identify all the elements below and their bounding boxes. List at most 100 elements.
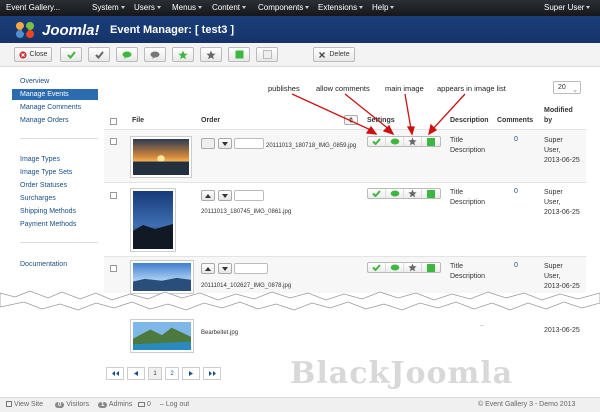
hide-in-list-button[interactable] xyxy=(256,47,278,62)
order-input[interactable] xyxy=(234,190,264,201)
view-site-link[interactable]: View Site xyxy=(6,401,43,408)
close-button[interactable]: Close xyxy=(14,47,52,62)
menu-menus[interactable]: Menus xyxy=(172,3,203,12)
sidebar-item-image-types[interactable]: Image Types xyxy=(12,154,98,165)
menu-components[interactable]: Components xyxy=(258,3,310,12)
column-header-order[interactable]: Order xyxy=(201,117,220,124)
row-description: Title Description xyxy=(450,189,486,206)
comments-allowed-icon[interactable] xyxy=(386,263,404,272)
menu-extensions[interactable]: Extensions xyxy=(318,3,364,12)
sidebar-item-overview[interactable]: Overview xyxy=(12,76,98,87)
save-order-button[interactable] xyxy=(344,115,358,125)
allow-comments-button[interactable] xyxy=(116,47,138,62)
column-header-by: by xyxy=(544,117,553,124)
in-list-square-icon[interactable] xyxy=(422,189,440,198)
in-list-square-icon[interactable] xyxy=(422,137,440,146)
show-in-list-button[interactable] xyxy=(228,47,250,62)
main-image-star-icon[interactable] xyxy=(404,263,422,272)
watermark-logo: BlackJoomla xyxy=(290,356,514,391)
toolbar: Close Delete xyxy=(0,43,600,67)
list-limit-select[interactable]: 20 xyxy=(553,81,581,94)
main-image-star-icon[interactable] xyxy=(404,189,422,198)
select-all-checkbox[interactable] xyxy=(110,118,117,125)
file-name: 20111013_180718_IMG_0859.jpg xyxy=(266,143,357,149)
order-down-button[interactable] xyxy=(218,138,232,149)
menu-help[interactable]: Help xyxy=(372,3,395,12)
column-header-description: Description xyxy=(450,117,489,124)
order-down-button[interactable] xyxy=(218,190,232,201)
comments-allowed-icon[interactable] xyxy=(386,189,404,198)
row-description: Title Description xyxy=(450,137,486,154)
chevron-down-icon xyxy=(571,86,577,97)
order-up-button[interactable] xyxy=(201,138,215,149)
modified-info: Super User, 2013-06-25 xyxy=(544,189,580,216)
annotation-publishes: publishes xyxy=(268,84,300,93)
settings-toggles xyxy=(367,136,441,147)
comment-count-link[interactable]: 0 xyxy=(514,262,518,269)
menu-content[interactable]: Content xyxy=(212,3,247,12)
pagination-end[interactable] xyxy=(203,367,221,380)
event-thumbnail[interactable] xyxy=(130,319,194,353)
logout-link[interactable]: – Log out xyxy=(160,401,189,408)
row-checkbox[interactable] xyxy=(110,265,117,272)
joomla-logo: Joomla! xyxy=(12,20,102,40)
unset-main-image-button[interactable] xyxy=(200,47,222,62)
sidebar-item-surcharges[interactable]: Surcharges xyxy=(12,193,98,204)
set-main-image-button[interactable] xyxy=(172,47,194,62)
sidebar-item-documentation[interactable]: Documentation xyxy=(12,259,98,270)
admin-navbar: Event Gallery... System Users Menus Cont… xyxy=(0,0,600,16)
publish-button[interactable] xyxy=(60,47,82,62)
x-icon xyxy=(319,51,326,58)
menu-users[interactable]: Users xyxy=(134,3,161,12)
sidebar-item-payment-methods[interactable]: Payment Methods xyxy=(12,219,98,230)
sort-icon xyxy=(349,117,353,123)
pagination-start[interactable] xyxy=(106,367,124,380)
chevron-left-icon xyxy=(134,371,138,376)
joomla-logo-icon xyxy=(16,22,34,38)
in-list-square-icon[interactable] xyxy=(422,263,440,272)
row-checkbox[interactable] xyxy=(110,138,117,145)
comment-count-link[interactable]: 0 xyxy=(514,188,518,195)
menu-system[interactable]: System xyxy=(92,3,125,12)
disallow-comments-button[interactable] xyxy=(144,47,166,62)
comment-count-link[interactable]: 0 xyxy=(514,136,518,143)
published-checkmark-icon[interactable] xyxy=(368,263,386,272)
order-up-button[interactable] xyxy=(201,263,215,274)
comment-icon xyxy=(122,51,132,59)
page-title: Event Manager: [ test3 ] xyxy=(110,24,235,36)
pagination-prev[interactable] xyxy=(127,367,145,380)
pagination-page-2[interactable]: 2 xyxy=(165,367,179,380)
settings-toggles xyxy=(367,188,441,199)
square-gray-icon xyxy=(262,50,272,59)
pagination-page-1[interactable]: 1 xyxy=(148,367,162,380)
pagination-next[interactable] xyxy=(182,367,200,380)
sidebar-item-image-type-sets[interactable]: Image Type Sets xyxy=(12,167,98,178)
row-checkbox[interactable] xyxy=(110,192,117,199)
sidebar-item-manage-events[interactable]: Manage Events xyxy=(12,89,98,100)
unpublish-button[interactable] xyxy=(88,47,110,62)
sidebar-item-manage-comments[interactable]: Manage Comments xyxy=(12,102,98,113)
delete-button[interactable]: Delete xyxy=(313,47,355,62)
main-image-star-icon[interactable] xyxy=(404,137,422,146)
visitors-info: 0 Visitors xyxy=(55,401,89,408)
arrow-down-icon xyxy=(222,141,228,146)
order-input[interactable] xyxy=(234,263,268,274)
close-icon xyxy=(18,50,27,59)
messages-info[interactable]: 0 xyxy=(138,401,151,408)
published-checkmark-icon[interactable] xyxy=(368,137,386,146)
double-chevron-left-icon xyxy=(111,371,119,376)
event-thumbnail[interactable] xyxy=(130,188,176,252)
order-input[interactable] xyxy=(234,138,264,149)
sidebar-divider xyxy=(20,138,98,139)
sidebar-item-order-statuses[interactable]: Order Statuses xyxy=(12,180,98,191)
comments-allowed-icon[interactable] xyxy=(386,137,404,146)
site-name-link[interactable]: Event Gallery... xyxy=(6,3,60,12)
user-menu[interactable]: Super User xyxy=(544,3,591,12)
arrow-down-icon xyxy=(222,193,228,198)
published-checkmark-icon[interactable] xyxy=(368,189,386,198)
order-up-button[interactable] xyxy=(201,190,215,201)
sidebar-item-manage-orders[interactable]: Manage Orders xyxy=(12,115,98,126)
sidebar-item-shipping-methods[interactable]: Shipping Methods xyxy=(12,206,98,217)
order-down-button[interactable] xyxy=(218,263,232,274)
event-thumbnail[interactable] xyxy=(130,136,192,178)
